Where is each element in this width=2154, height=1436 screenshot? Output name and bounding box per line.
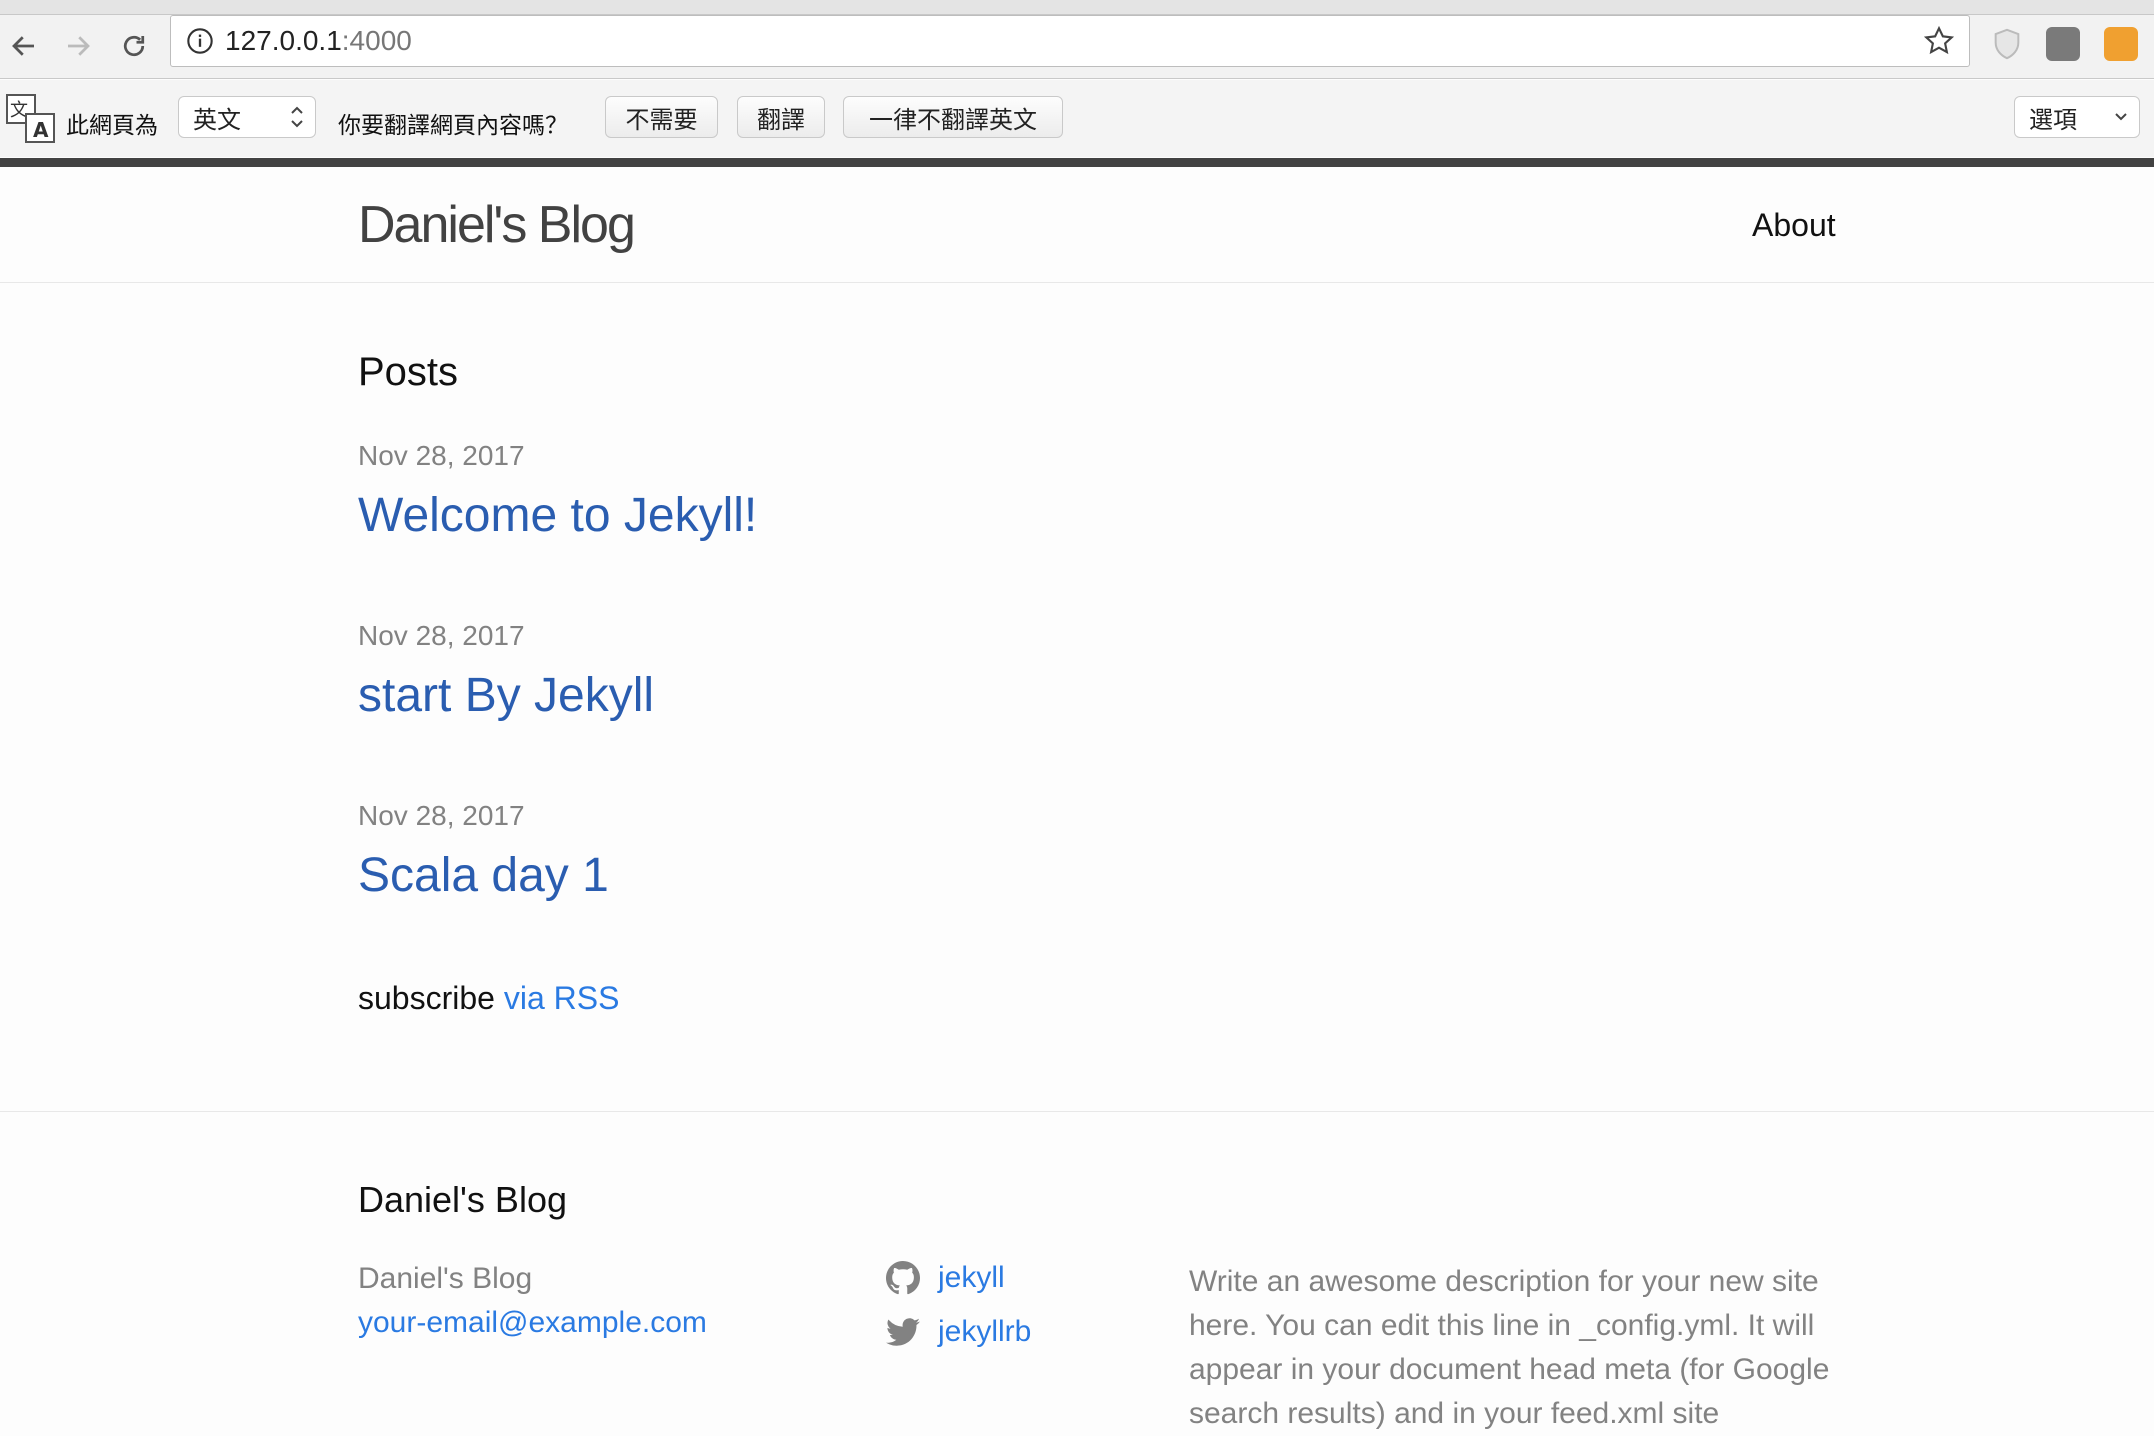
no-translate-button[interactable]: 不需要 — [605, 96, 718, 138]
footer-email-link[interactable]: your-email@example.com — [358, 1306, 707, 1340]
rss-link[interactable]: via RSS — [504, 980, 620, 1016]
subscribe-label: subscribe — [358, 980, 495, 1016]
post-date: Nov 28, 2017 — [358, 620, 525, 651]
site-title-link[interactable]: Daniel's Blog — [358, 195, 636, 255]
reload-button[interactable] — [112, 24, 156, 68]
post-date: Nov 28, 2017 — [358, 800, 525, 831]
footer-heading: Daniel's Blog — [358, 1179, 567, 1220]
language-select[interactable]: 英文 — [178, 96, 316, 138]
forward-button[interactable] — [56, 24, 100, 68]
svg-text:A: A — [33, 118, 49, 142]
site-header: Daniel's Blog About — [0, 167, 2154, 283]
browser-toolbar: 127.0.0.1:4000 — [0, 15, 2154, 79]
github-icon — [886, 1261, 920, 1295]
github-social-item: jekyll — [886, 1261, 1005, 1295]
site-description: Write an awesome description for your ne… — [1189, 1265, 1830, 1430]
shield-extension-icon[interactable] — [1990, 27, 2024, 61]
info-icon[interactable] — [185, 26, 215, 56]
reload-icon — [123, 35, 145, 57]
twitter-social-item: jekyllrb — [886, 1315, 1031, 1349]
twitter-link[interactable]: jekyllrb — [938, 1315, 1031, 1349]
url-port: :4000 — [341, 25, 412, 56]
page-language-label: 此網頁為 — [66, 113, 158, 139]
tab-strip — [0, 0, 2154, 15]
github-link[interactable]: jekyll — [938, 1261, 1005, 1295]
translate-button[interactable]: 翻譯 — [737, 96, 825, 138]
post-title-link[interactable]: start By Jekyll — [358, 668, 654, 723]
address-bar[interactable]: 127.0.0.1:4000 — [170, 15, 1970, 67]
site-footer: Daniel's Blog Daniel's Blog your-email@e… — [0, 1111, 2154, 1432]
post-title-link[interactable]: Welcome to Jekyll! — [358, 488, 757, 543]
posts-heading: Posts — [358, 350, 459, 394]
url-host: 127.0.0.1 — [225, 25, 342, 56]
share-extension-icon[interactable] — [2104, 27, 2138, 61]
language-value: 英文 — [193, 105, 241, 134]
never-translate-button[interactable]: 一律不翻譯英文 — [843, 96, 1063, 138]
back-button[interactable] — [2, 24, 46, 68]
options-select[interactable]: 選項 — [2014, 96, 2140, 138]
screenshot-extension-icon[interactable] — [2046, 27, 2080, 61]
infobar-divider — [0, 158, 2154, 167]
subscribe-line: subscribe via RSS — [358, 980, 619, 1017]
url-text: 127.0.0.1:4000 — [225, 25, 412, 57]
bookmark-star-icon[interactable] — [1923, 25, 1955, 57]
back-arrow-icon — [12, 36, 34, 56]
translate-bar: 文 A 此網頁為 英文 你要翻譯網頁內容嗎？ 不需要 翻譯 一律不翻譯英文 選項 — [0, 80, 2154, 157]
post-list-item: Nov 28, 2017 Scala day 1 — [358, 800, 609, 903]
post-list-item: Nov 28, 2017 start By Jekyll — [358, 620, 654, 723]
select-arrows-icon — [291, 106, 303, 128]
post-title-link[interactable]: Scala day 1 — [358, 848, 609, 903]
options-label: 選項 — [2029, 105, 2077, 134]
footer-site-name: Daniel's Blog — [358, 1262, 533, 1295]
post-date: Nov 28, 2017 — [358, 440, 525, 471]
translate-question: 你要翻譯網頁內容嗎？ — [338, 113, 568, 139]
nav-about-link[interactable]: About — [1752, 207, 1836, 244]
forward-arrow-icon — [68, 36, 90, 56]
twitter-icon — [886, 1318, 920, 1346]
translate-icon: 文 A — [6, 94, 55, 143]
chevron-down-icon — [2115, 113, 2127, 121]
post-list-item: Nov 28, 2017 Welcome to Jekyll! — [358, 440, 757, 543]
